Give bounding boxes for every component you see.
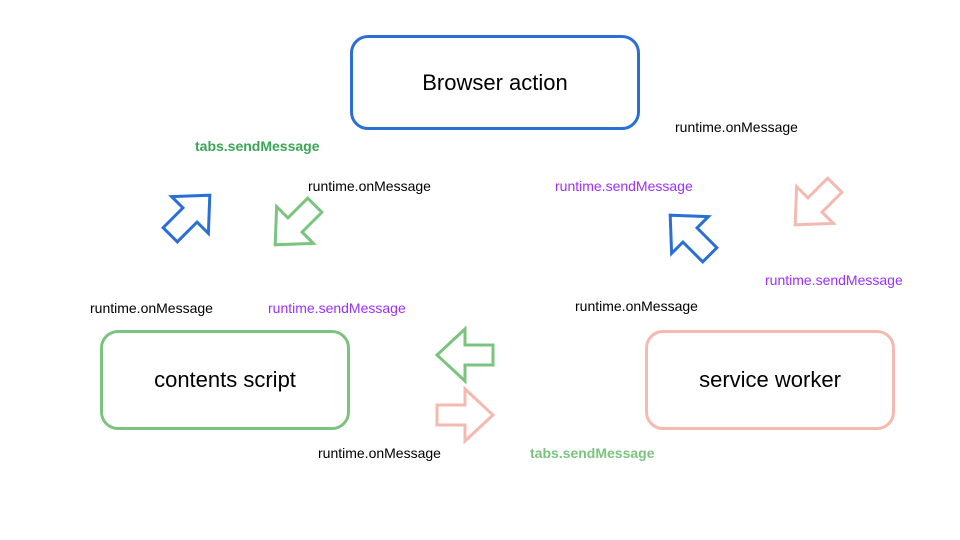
node-service-worker-label: service worker — [699, 367, 841, 393]
arrow-browser-to-contents — [150, 175, 230, 255]
label-runtime-on-rightbox: runtime.onMessage — [575, 298, 698, 314]
label-runtime-on-leftbox: runtime.onMessage — [90, 300, 213, 316]
node-contents-script: contents script — [100, 330, 350, 430]
arrow-contents-to-service — [425, 325, 505, 385]
node-browser-action: Browser action — [350, 35, 640, 130]
arrow-service-to-contents — [425, 385, 505, 445]
node-service-worker: service worker — [645, 330, 895, 430]
label-tabs-send-top: tabs.sendMessage — [195, 138, 320, 154]
arrow-service-to-browser — [775, 165, 855, 245]
arrow-browser-to-service — [650, 195, 730, 275]
label-runtime-on-topright: runtime.onMessage — [675, 119, 798, 135]
label-runtime-send-purple-topright: runtime.sendMessage — [555, 178, 693, 194]
node-contents-script-label: contents script — [154, 367, 296, 393]
label-runtime-send-purple-right: runtime.sendMessage — [765, 272, 903, 288]
label-runtime-send-purple-left: runtime.sendMessage — [268, 300, 406, 316]
arrow-contents-to-browser — [255, 185, 335, 265]
node-browser-action-label: Browser action — [422, 70, 568, 96]
label-runtime-on-bottom: runtime.onMessage — [318, 445, 441, 461]
label-runtime-on-topleft: runtime.onMessage — [308, 178, 431, 194]
label-tabs-send-bottom: tabs.sendMessage — [530, 445, 655, 461]
